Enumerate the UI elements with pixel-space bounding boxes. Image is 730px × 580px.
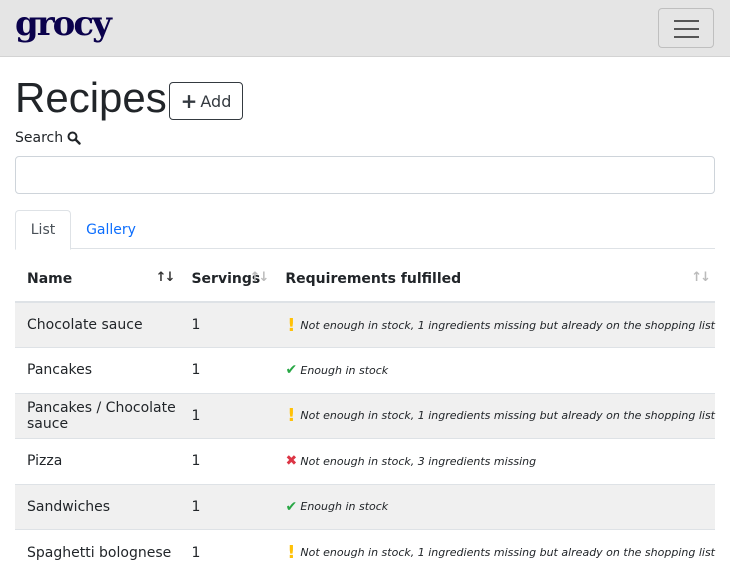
search-icon [67, 131, 81, 145]
warning-icon: ! [287, 405, 296, 427]
check-icon: ✔ [285, 362, 298, 379]
search-label-text: Search [15, 130, 64, 146]
check-icon: ✔ [285, 498, 298, 515]
hamburger-icon-line [674, 36, 699, 38]
sort-icon: ↑↓ [691, 270, 711, 285]
recipe-name[interactable]: Spaghetti bolognese [15, 529, 180, 575]
brand-logo[interactable]: grocy [15, 4, 112, 44]
recipe-servings: 1 [179, 392, 274, 439]
menu-toggle-button[interactable] [658, 8, 714, 48]
requirement-text: Enough in stock [300, 363, 389, 377]
recipe-requirements: ! Not enough in stock, 1 ingredients miss… [273, 529, 715, 575]
recipe-servings: 1 [179, 438, 274, 484]
recipe-name[interactable]: Chocolate sauce [15, 301, 180, 348]
plus-icon: + [180, 89, 198, 113]
recipe-servings: 1 [179, 347, 274, 393]
column-header-requirements[interactable]: Requirements fulfilled ↑↓ [273, 256, 715, 303]
recipe-name[interactable]: Pancakes / Chocolate sauce [15, 392, 180, 439]
view-tabs: List Gallery [15, 210, 715, 250]
recipe-requirements: ! Not enough in stock, 1 ingredients miss… [273, 301, 715, 348]
recipe-requirements: ✔ Enough in stock [273, 483, 715, 530]
recipe-servings: 1 [179, 529, 274, 575]
hamburger-icon-line [674, 28, 699, 30]
table-row[interactable]: Chocolate sauce 1! Not enough in stock, 1 … [15, 301, 715, 348]
add-recipe-button[interactable]: + Add [169, 82, 243, 120]
sort-ascending-icon: ↑↓ [155, 270, 176, 285]
requirement-text: Not enough in stock, 1 ingredients missi… [300, 546, 715, 559]
warning-icon: ! [287, 314, 296, 336]
column-header-label: Requirements fulfilled [285, 270, 462, 287]
requirement-text: Not enough in stock, 1 ingredients missi… [300, 409, 715, 423]
table-row[interactable]: Pancakes / Chocolate sauce 1! Not enough i… [15, 392, 715, 439]
recipe-name[interactable]: Pizza [15, 438, 180, 484]
recipe-servings: 1 [179, 301, 274, 348]
recipe-servings: 1 [179, 483, 274, 530]
warning-icon: ! [287, 542, 296, 563]
table-row[interactable]: Spaghetti bolognese 1! Not enough in stock… [15, 529, 715, 575]
column-header-name[interactable]: Name ↑↓ [15, 256, 180, 303]
recipe-requirements: ✖ Not enough in stock, 3 ingredients miss… [273, 438, 715, 484]
search-label: Search [15, 130, 81, 146]
requirement-text: Not enough in stock, 1 ingredients missi… [300, 318, 715, 332]
search-input[interactable] [15, 156, 715, 194]
column-header-servings[interactable]: Servings ↑↓ [179, 256, 274, 303]
sort-icon: ↑↓ [249, 270, 270, 285]
recipe-name[interactable]: Sandwiches [15, 483, 180, 530]
table-row[interactable]: Pizza 1 ✖ Not enough in stock, 3 ingredient… [15, 438, 715, 484]
recipe-requirements: ! Not enough in stock, 1 ingredients miss… [273, 392, 715, 439]
page-title: Recipes [15, 74, 167, 121]
cross-icon: ✖ [285, 453, 298, 470]
tab-gallery[interactable]: Gallery [71, 210, 151, 249]
add-button-label: Add [200, 91, 232, 111]
recipe-name[interactable]: Pancakes [15, 347, 180, 393]
requirement-text: Not enough in stock, 3 ingredients missi… [300, 454, 537, 468]
navbar: grocy [0, 0, 730, 57]
table-row[interactable]: Sandwiches 1 ✔ Enough in stock [15, 483, 715, 530]
column-header-label: Name [27, 270, 73, 287]
recipes-table: Name ↑↓ Servings ↑↓ Requirements fulfilled… [15, 256, 715, 575]
recipe-requirements: ✔ Enough in stock [273, 347, 715, 393]
tab-list[interactable]: List [15, 210, 71, 250]
requirement-text: Enough in stock [300, 500, 389, 514]
hamburger-icon [674, 20, 699, 22]
table-row[interactable]: Pancakes 1 ✔ Enough in stock [15, 347, 715, 393]
